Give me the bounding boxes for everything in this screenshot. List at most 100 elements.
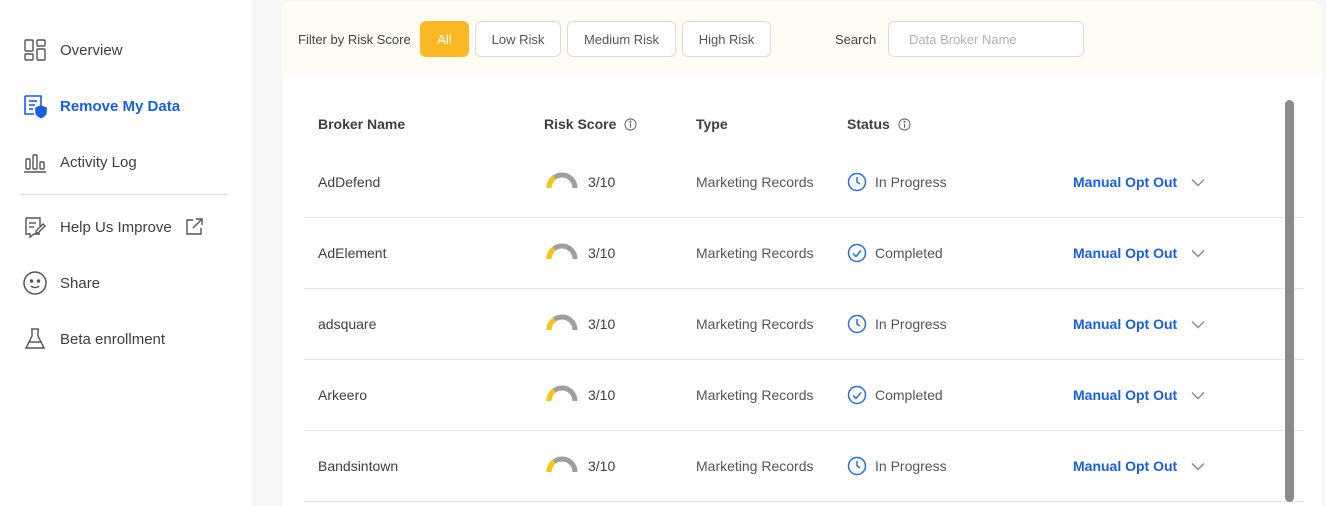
sidebar-item-label: Overview [60, 41, 123, 59]
broker-type: Marketing Records [696, 387, 814, 403]
chevron-down-icon [1190, 174, 1206, 190]
sidebar-item-label: Activity Log [60, 153, 137, 171]
filter-high-risk-button[interactable]: High Risk [682, 21, 771, 57]
risk-score-cell: 3/10 [544, 218, 615, 288]
manual-opt-out-link[interactable]: Manual Opt Out [1073, 147, 1177, 217]
expand-row-button[interactable] [1190, 147, 1206, 217]
main-panel: Filter by Risk Score All Low Risk Medium… [282, 2, 1322, 506]
broker-name: Bandsintown [318, 458, 399, 474]
risk-score-value: 3/10 [588, 387, 616, 403]
broker-name: adsquare [318, 316, 377, 332]
broker-type: Marketing Records [696, 245, 814, 261]
risk-gauge-icon [544, 172, 580, 192]
manual-opt-out-label: Manual Opt Out [1073, 245, 1178, 261]
risk-gauge-icon [544, 385, 580, 405]
sidebar-item-beta-enrollment[interactable]: Beta enrollment [22, 324, 165, 354]
table-row[interactable]: Arkeero 3/10 Marketing Records Completed… [304, 360, 1304, 431]
risk-gauge-icon [544, 456, 580, 476]
risk-gauge-icon [544, 243, 580, 263]
manual-opt-out-link[interactable]: Manual Opt Out [1073, 218, 1177, 288]
manual-opt-out-link[interactable]: Manual Opt Out [1073, 360, 1177, 430]
broker-type: Marketing Records [696, 174, 814, 190]
sidebar-item-activity-log[interactable]: Activity Log [22, 147, 137, 177]
broker-name: AdElement [318, 245, 387, 261]
sidebar-item-label: Share [60, 274, 101, 292]
manual-opt-out-label: Manual Opt Out [1073, 387, 1178, 403]
risk-score-value: 3/10 [588, 458, 616, 474]
column-header-label: Status [847, 116, 890, 132]
manual-opt-out-link[interactable]: Manual Opt Out [1073, 289, 1177, 359]
chevron-down-icon [1190, 458, 1206, 474]
expand-row-button[interactable] [1190, 431, 1206, 501]
manual-opt-out-link[interactable]: Manual Opt Out [1073, 431, 1177, 501]
column-header-label: Type [696, 116, 728, 132]
table-row[interactable]: adsquare 3/10 Marketing Records In Progr… [304, 289, 1304, 360]
clock-icon [847, 456, 867, 476]
manual-opt-out-label: Manual Opt Out [1073, 458, 1178, 474]
status-text: Completed [875, 387, 943, 403]
filter-label: Filter by Risk Score [298, 32, 411, 47]
external-link-icon [184, 217, 204, 237]
table-row[interactable]: Bandsintown 3/10 Marketing Records In Pr… [304, 431, 1304, 502]
filter-all-button[interactable]: All [420, 21, 469, 57]
sidebar-item-label: Help Us Improve [60, 218, 172, 236]
chevron-down-icon [1190, 316, 1206, 332]
document-shield-icon [22, 93, 48, 119]
column-header-broker-name[interactable]: Broker Name [318, 116, 405, 132]
feedback-edit-icon [22, 214, 48, 240]
clock-icon [847, 314, 867, 334]
sidebar-item-help-us-improve[interactable]: Help Us Improve [22, 212, 204, 242]
expand-row-button[interactable] [1190, 360, 1206, 430]
risk-score-cell: 3/10 [544, 147, 615, 217]
chevron-down-icon [1190, 245, 1206, 261]
status-cell: Completed [847, 218, 943, 288]
bar-chart-icon [22, 149, 48, 175]
filter-bar: Filter by Risk Score All Low Risk Medium… [282, 2, 1322, 74]
check-circle-icon [847, 385, 867, 405]
sidebar-item-remove-my-data[interactable]: Remove My Data [22, 91, 180, 121]
risk-score-cell: 3/10 [544, 431, 615, 501]
broker-type: Marketing Records [696, 458, 814, 474]
status-cell: In Progress [847, 289, 947, 359]
search-label: Search [835, 32, 877, 47]
broker-name: AdDefend [318, 174, 381, 190]
column-header-label: Broker Name [318, 116, 406, 132]
table-row[interactable]: AdDefend 3/10 Marketing Records In Progr… [304, 147, 1304, 218]
column-header-type[interactable]: Type [696, 116, 728, 132]
table-row[interactable]: AdElement 3/10 Marketing Records Complet… [304, 218, 1304, 289]
sidebar-item-share[interactable]: Share [22, 268, 100, 298]
manual-opt-out-label: Manual Opt Out [1073, 174, 1178, 190]
filter-medium-risk-button[interactable]: Medium Risk [567, 21, 676, 57]
sidebar-item-overview[interactable]: Overview [22, 35, 123, 65]
sidebar-item-label: Beta enrollment [60, 330, 166, 348]
column-header-status[interactable]: Status [847, 116, 911, 132]
risk-score-cell: 3/10 [544, 360, 615, 430]
status-text: Completed [875, 245, 943, 261]
chevron-down-icon [1190, 387, 1206, 403]
dashboard-grid-icon [22, 37, 48, 63]
sidebar-item-label: Remove My Data [60, 97, 181, 115]
risk-score-value: 3/10 [588, 174, 616, 190]
broker-type: Marketing Records [696, 316, 814, 332]
check-circle-icon [847, 243, 867, 263]
flask-icon [22, 326, 48, 352]
info-icon[interactable] [624, 117, 637, 131]
column-header-label: Risk Score [544, 116, 617, 132]
smiley-face-icon [22, 270, 48, 296]
status-cell: In Progress [847, 147, 947, 217]
scrollbar-thumb[interactable] [1285, 100, 1294, 502]
filter-low-risk-button[interactable]: Low Risk [475, 21, 561, 57]
expand-row-button[interactable] [1190, 218, 1206, 288]
status-text: In Progress [875, 316, 947, 332]
info-icon[interactable] [898, 117, 911, 131]
risk-score-cell: 3/10 [544, 289, 615, 359]
risk-score-value: 3/10 [588, 245, 616, 261]
clock-icon [847, 172, 867, 192]
column-header-risk-score[interactable]: Risk Score [544, 116, 637, 132]
search-input[interactable] [888, 21, 1084, 57]
status-text: In Progress [875, 174, 947, 190]
sidebar-divider [20, 194, 228, 195]
status-cell: Completed [847, 360, 943, 430]
expand-row-button[interactable] [1190, 289, 1206, 359]
manual-opt-out-label: Manual Opt Out [1073, 316, 1178, 332]
